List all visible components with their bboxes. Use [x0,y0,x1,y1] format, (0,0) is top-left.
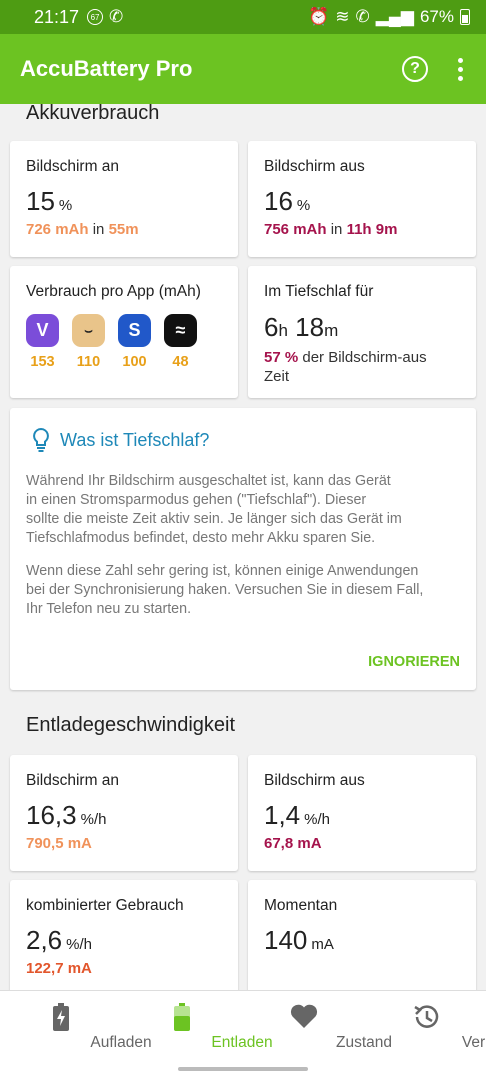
app-item[interactable]: S 100 [118,314,151,370]
app-usage-value: 110 [76,354,101,370]
status-bar: 21:17 67 ✆ ⏰ ≋ ✆ ▂▄▆ 67% [0,0,486,34]
app-bar: AccuBattery Pro ? [0,34,486,104]
status-time: 21:17 [34,6,80,27]
nav-item-zustand[interactable]: Zustand [243,991,392,1061]
section-title-usage: Akkuverbrauch [26,104,160,124]
card-label: Bildschirm aus [264,772,365,789]
discharge-combined-card[interactable]: kombinierter Gebrauch 2,6 %/h 122,7 mA [10,880,238,990]
info-paragraph-1: Während Ihr Bildschirm ausgeschaltet ist… [26,473,402,546]
card-label: Momentan [264,897,338,914]
gesture-home-bar[interactable] [178,1067,308,1071]
samsung-app-icon: S [118,314,151,347]
deep-sleep-card[interactable]: Im Tiefschlaf für 6h 18m 57 % der Bildsc… [248,266,476,398]
discharge-current: 790,5 mA [26,835,92,852]
waves-app-icon: ≈ [164,314,197,347]
signal-icon: ▂▄▆ [375,7,414,26]
lightbulb-icon [33,428,49,452]
help-icon[interactable]: ? [402,56,428,82]
battery-discharging-icon [173,1003,190,1036]
nav-item-entladen[interactable]: Entladen [121,991,273,1061]
app-usage-value: 100 [122,354,147,370]
deep-sleep-duration: 6h 18m [264,312,339,342]
nav-label: Verlauf [461,1034,486,1051]
discharge-screen-on-card[interactable]: Bildschirm an 16,3 %/h 790,5 mA [10,755,238,871]
wifi-icon: ≋ [335,7,350,26]
discharge-current: 67,8 mA [264,835,322,852]
wifi-call-icon: ✆ [109,7,124,26]
usage-value: 15% [26,186,73,216]
discharge-current: 122,7 mA [26,960,92,977]
app-usage-value: 48 [172,354,189,370]
battery-percent: 67% [419,7,454,26]
usage-screen-off-card[interactable]: Bildschirm aus 16% 756 mAh in 11h 9m [248,141,476,257]
app-usage-value: 153 [30,354,55,370]
info-title: Was ist Tiefschlaf? [32,428,209,452]
section-title-discharge: Entladegeschwindigkeit [26,714,236,736]
alarm-icon: ⏰ [308,7,330,26]
card-label: Bildschirm aus [264,158,365,175]
discharge-screen-off-card[interactable]: Bildschirm aus 1,4 %/h 67,8 mA [248,755,476,871]
card-label: Bildschirm an [26,158,120,175]
usage-detail: 726 mAh in 55m [26,221,139,238]
card-label: kombinierter Gebrauch [26,897,184,914]
card-label: Bildschirm an [26,772,120,789]
heart-icon [290,1003,318,1034]
app-item[interactable]: ⌣ 110 [72,314,105,370]
more-options-icon[interactable] [454,57,466,81]
deep-sleep-info-card: Was ist Tiefschlaf? Während Ihr Bildschi… [10,408,476,690]
card-label: Im Tiefschlaf für [264,283,374,300]
usage-value: 16% [264,186,311,216]
history-icon [412,1003,440,1036]
app-list: V 153 ⌣ 110 S 100 ≈ 48 [26,314,197,370]
battery-charging-icon [52,1003,69,1036]
viber-icon: V [26,314,59,347]
deep-sleep-percent: 57 % der Bildschirm-aus Zeit [264,349,427,385]
nav-item-aufladen[interactable]: Aufladen [0,991,152,1061]
app-item[interactable]: ≈ 48 [164,314,197,370]
app-item[interactable]: V 153 [26,314,59,370]
app-title: AccuBattery Pro [20,56,193,81]
discharge-value: 2,6 %/h [26,925,93,955]
discharge-value: 16,3 %/h [26,800,107,830]
main-content[interactable]: Akkuverbrauch Bildschirm an 15% 726 mAh … [0,104,486,990]
discharge-value: 1,4 %/h [264,800,331,830]
card-label: Verbrauch pro App (mAh) [26,283,201,300]
battery-icon [460,9,470,25]
notification-badge-icon: 67 [87,9,104,25]
bottom-navigation: Aufladen Entladen Zustand Verlauf [0,990,486,1080]
usage-screen-on-card[interactable]: Bildschirm an 15% 726 mAh in 55m [10,141,238,257]
ignore-button[interactable]: IGNORIEREN [368,654,460,670]
usage-detail: 756 mAh in 11h 9m [264,221,398,238]
current-value: 140 mA [264,925,334,955]
discharge-current-card[interactable]: Momentan 140 mA [248,880,476,990]
info-paragraph-2: Wenn diese Zahl sehr gering ist, können … [26,563,424,617]
per-app-usage-card[interactable]: Verbrauch pro App (mAh) V 153 ⌣ 110 S 10… [10,266,238,398]
amazon-icon: ⌣ [72,314,105,347]
vowifi-icon: ✆ [355,7,370,26]
nav-item-verlauf[interactable]: Verlauf [365,991,486,1061]
